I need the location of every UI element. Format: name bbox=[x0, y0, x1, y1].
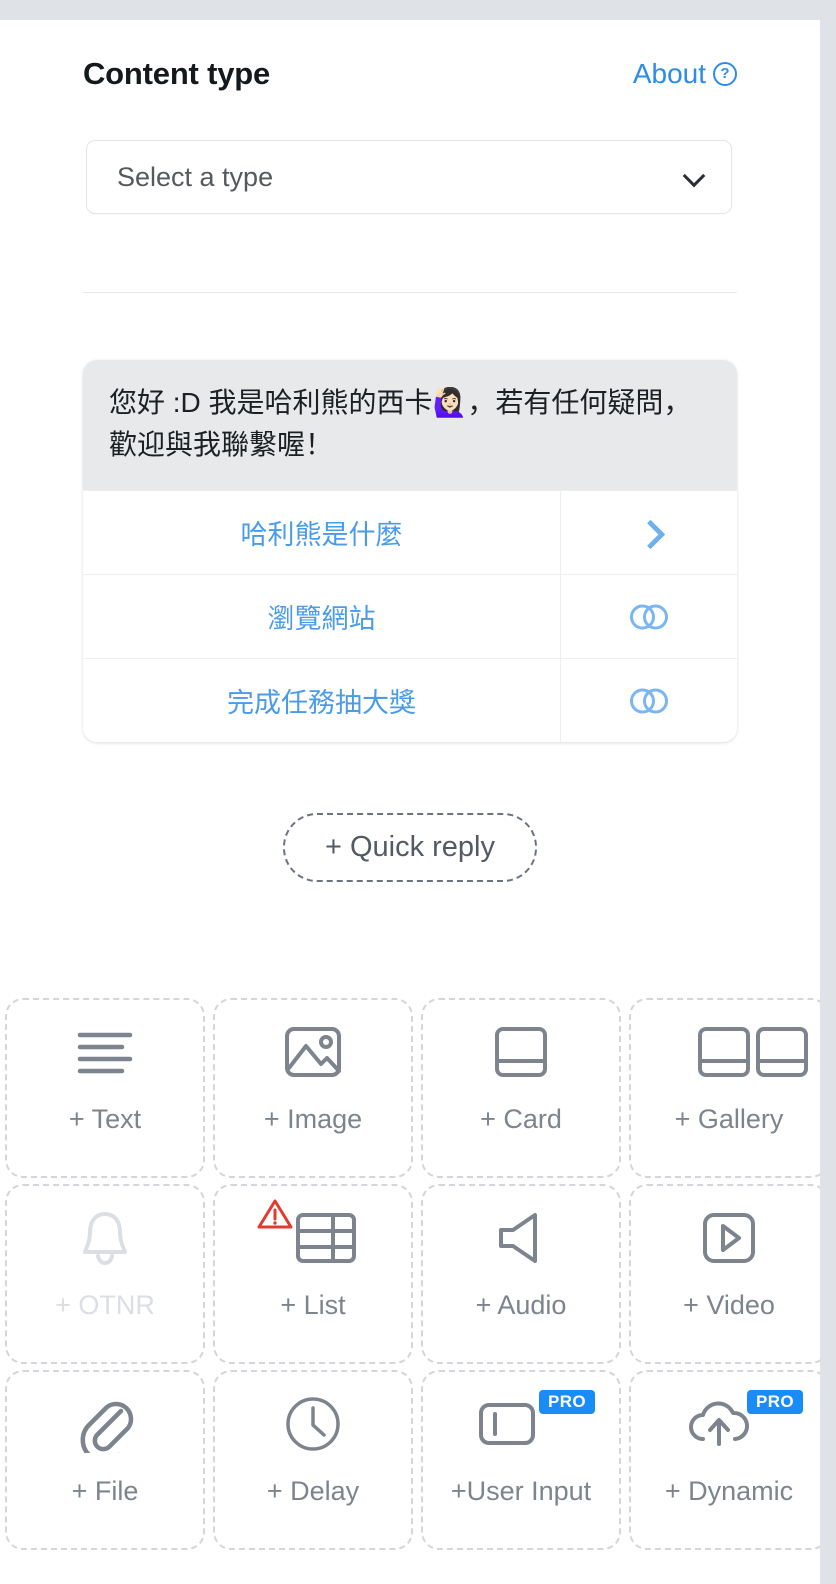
about-label: About bbox=[632, 58, 706, 89]
paperclip-icon bbox=[80, 1401, 134, 1453]
tile-label: + Card bbox=[480, 1104, 562, 1134]
tile-icon-wrap bbox=[423, 1186, 619, 1290]
cloud-upload-icon bbox=[689, 1401, 749, 1446]
tile-video[interactable]: + Video bbox=[629, 1184, 820, 1364]
tile-icon-wrap bbox=[631, 1372, 820, 1476]
tile-icon-wrap bbox=[215, 1372, 411, 1476]
tile-label: + Image bbox=[263, 1104, 363, 1134]
quick-reply-row[interactable]: 完成任務抽大獎 bbox=[83, 658, 737, 742]
tile-image[interactable]: + Image bbox=[213, 998, 413, 1178]
tile-icon-wrap bbox=[7, 1372, 203, 1476]
quick-reply-action[interactable] bbox=[560, 575, 737, 658]
tile-label: + File bbox=[71, 1476, 139, 1506]
tile-otnr[interactable]: + OTNR bbox=[5, 1184, 205, 1364]
text-lines-icon bbox=[77, 1032, 133, 1074]
text-input-icon bbox=[479, 1403, 535, 1445]
tile-label: + Text bbox=[68, 1104, 142, 1134]
quick-reply-row[interactable]: 哈利熊是什麼 bbox=[83, 490, 737, 574]
tile-label: + Gallery bbox=[674, 1104, 784, 1134]
tile-icon-wrap bbox=[631, 1186, 820, 1290]
tile-icon-wrap bbox=[7, 1000, 203, 1104]
link-icon bbox=[630, 688, 668, 713]
tile-label: + Video bbox=[683, 1290, 775, 1320]
quick-reply-label: 瀏覽網站 bbox=[267, 604, 376, 634]
clock-icon bbox=[286, 1397, 340, 1451]
tile-label: + List bbox=[280, 1290, 346, 1320]
content-type-select[interactable]: Select a type bbox=[86, 140, 732, 214]
gallery-icon bbox=[698, 1027, 808, 1077]
quick-reply-label: 完成任務抽大獎 bbox=[227, 688, 416, 718]
tile-user-input[interactable]: PRO +User Input bbox=[421, 1370, 621, 1550]
tile-icon-wrap bbox=[423, 1000, 619, 1104]
content-type-tile-grid: + Text + Image + Card + Gallery + OTNR +… bbox=[5, 998, 820, 1550]
message-bubble-text: 您好 :D 我是哈利熊的西卡🙋🏻‍♀️，若有任何疑問，歡迎與我聯繫喔！ bbox=[83, 360, 737, 490]
question-circle-icon: ? bbox=[713, 62, 737, 86]
quick-reply-label: 哈利熊是什麼 bbox=[240, 520, 403, 550]
tile-dynamic[interactable]: PRO + Dynamic bbox=[629, 1370, 820, 1550]
tile-gallery[interactable]: + Gallery bbox=[629, 998, 820, 1178]
quick-reply-action[interactable] bbox=[560, 659, 737, 742]
tile-audio[interactable]: + Audio bbox=[421, 1184, 621, 1364]
image-icon bbox=[285, 1027, 341, 1077]
content-type-select-placeholder: Select a type bbox=[117, 161, 274, 192]
panel-header: Content type About ? bbox=[83, 56, 737, 92]
app-viewport: Content type About ? Select a type 您好 :D… bbox=[0, 0, 836, 1584]
section-divider bbox=[83, 292, 737, 293]
tile-label: + Audio bbox=[475, 1290, 567, 1320]
tile-icon-wrap bbox=[215, 1000, 411, 1104]
chevron-down-icon bbox=[685, 167, 705, 187]
tile-icon-wrap bbox=[631, 1000, 820, 1104]
tile-icon-wrap bbox=[423, 1372, 619, 1476]
tile-icon-wrap bbox=[7, 1186, 203, 1290]
tile-label: +User Input bbox=[450, 1476, 592, 1506]
speaker-icon bbox=[499, 1213, 537, 1263]
tile-label: + OTNR bbox=[55, 1290, 155, 1320]
tile-icon-wrap bbox=[215, 1186, 411, 1290]
content-panel: Content type About ? Select a type 您好 :D… bbox=[0, 20, 820, 1584]
link-icon bbox=[630, 604, 668, 629]
add-quick-reply-button[interactable]: + Quick reply bbox=[282, 813, 538, 882]
table-list-icon bbox=[296, 1213, 356, 1263]
message-bubble: 您好 :D 我是哈利熊的西卡🙋🏻‍♀️，若有任何疑問，歡迎與我聯繫喔！ 哈利熊是… bbox=[83, 360, 737, 742]
tile-file[interactable]: + File bbox=[5, 1370, 205, 1550]
tile-card[interactable]: + Card bbox=[421, 998, 621, 1178]
chevron-right-icon bbox=[636, 520, 662, 546]
tile-label: + Dynamic bbox=[664, 1476, 794, 1506]
tile-delay[interactable]: + Delay bbox=[213, 1370, 413, 1550]
quick-reply-action[interactable] bbox=[560, 491, 737, 574]
bell-icon bbox=[83, 1212, 127, 1266]
about-link[interactable]: About ? bbox=[633, 58, 737, 90]
quick-reply-button-wrap: + Quick reply bbox=[0, 813, 820, 882]
pro-badge: PRO bbox=[538, 1390, 595, 1414]
quick-reply-row[interactable]: 瀏覽網站 bbox=[83, 574, 737, 658]
tile-label: + Delay bbox=[266, 1476, 360, 1506]
play-box-icon bbox=[703, 1213, 755, 1263]
tile-text[interactable]: + Text bbox=[5, 998, 205, 1178]
card-icon bbox=[495, 1027, 547, 1077]
pro-badge: PRO bbox=[746, 1390, 803, 1414]
tile-list[interactable]: + List bbox=[213, 1184, 413, 1364]
page-title: Content type bbox=[83, 56, 271, 91]
